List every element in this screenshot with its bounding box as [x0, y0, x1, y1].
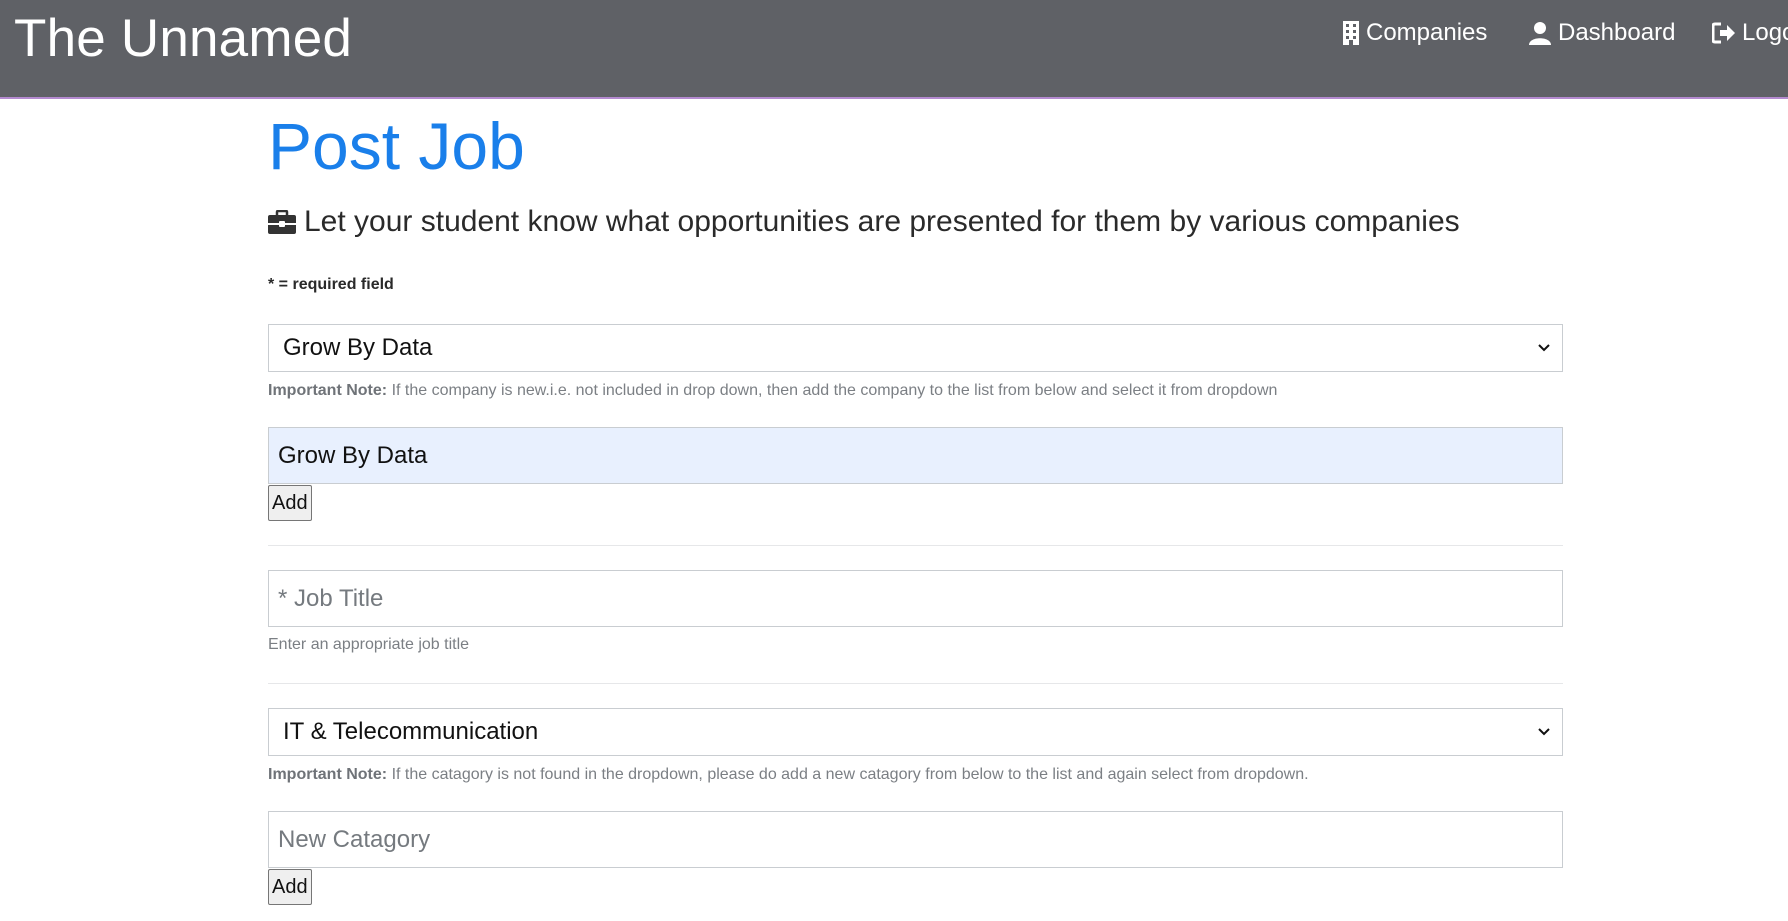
chevron-down-icon: [1538, 728, 1550, 736]
nav-dashboard-label: Dashboard: [1558, 19, 1676, 46]
new-category-input[interactable]: New Catagory: [268, 811, 1563, 868]
nav-logout-label: Logout: [1742, 19, 1788, 46]
company-select-value: Grow By Data: [283, 334, 433, 361]
new-category-placeholder: New Catagory: [278, 825, 431, 853]
company-note-label: Important Note:: [268, 382, 388, 399]
nav-companies-link[interactable]: Companies: [1342, 18, 1487, 48]
company-note: Important Note: If the company is new.i.…: [268, 382, 1277, 400]
nav-dashboard-link[interactable]: Dashboard: [1528, 18, 1675, 48]
lead-text: Let your student know what opportunities…: [304, 205, 1460, 238]
brand-title[interactable]: The Unnamed: [14, 8, 352, 69]
top-navbar: The Unnamed Companies Dashboard Logout: [0, 0, 1788, 99]
chevron-down-icon: [1538, 344, 1550, 352]
building-icon: [1343, 21, 1359, 45]
page-lead: Let your student know what opportunities…: [268, 205, 1460, 239]
briefcase-icon: [268, 210, 296, 234]
category-select[interactable]: IT & Telecommunication: [268, 708, 1563, 756]
divider: [268, 545, 1563, 546]
divider: [268, 683, 1563, 684]
add-company-button[interactable]: Add: [268, 485, 312, 521]
company-select[interactable]: Grow By Data: [268, 324, 1563, 372]
add-category-button[interactable]: Add: [268, 869, 312, 905]
category-note-text: If the catagory is not found in the drop…: [391, 766, 1309, 783]
job-title-help: Enter an appropriate job title: [268, 636, 470, 653]
sign-out-icon: [1712, 22, 1735, 44]
category-select-value: IT & Telecommunication: [283, 718, 539, 745]
required-field-note: * = required field: [268, 276, 394, 293]
new-company-input[interactable]: Grow By Data: [268, 427, 1563, 484]
category-note-label: Important Note:: [268, 766, 388, 783]
company-note-text: If the company is new.i.e. not included …: [391, 382, 1278, 399]
page-title: Post Job: [268, 109, 525, 183]
category-note: Important Note: If the catagory is not f…: [268, 766, 1309, 784]
nav-logout-link[interactable]: Logout: [1712, 18, 1788, 48]
new-company-value: Grow By Data: [278, 441, 428, 469]
job-title-input[interactable]: * Job Title: [268, 570, 1563, 627]
user-icon: [1529, 22, 1551, 45]
job-title-placeholder: * Job Title: [278, 584, 384, 612]
nav-companies-label: Companies: [1366, 19, 1488, 46]
